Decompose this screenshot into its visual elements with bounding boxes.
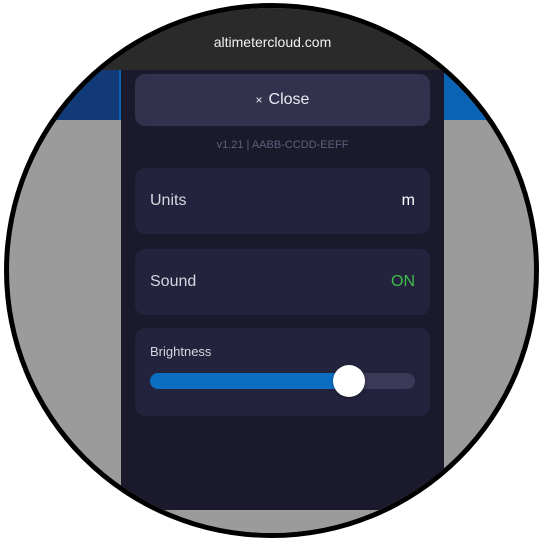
brightness-slider-thumb[interactable] bbox=[332, 365, 365, 397]
brightness-slider-fill bbox=[150, 373, 349, 389]
sound-setting[interactable]: Sound ON bbox=[135, 249, 430, 315]
close-label: Close bbox=[268, 91, 310, 108]
units-setting[interactable]: Units m bbox=[135, 168, 430, 234]
sound-label: Sound bbox=[150, 273, 197, 290]
sound-value: ON bbox=[391, 273, 415, 290]
watch-bezel: × Close v1.21 | AABB-CCDD-EEFF Units m S… bbox=[4, 3, 539, 538]
page-url: altimetercloud.com bbox=[213, 34, 332, 50]
close-icon: × bbox=[255, 93, 263, 107]
brightness-setting: Brightness bbox=[135, 328, 430, 416]
units-label: Units bbox=[150, 192, 187, 209]
version-text: v1.21 | AABB-CCDD-EEFF bbox=[216, 139, 349, 151]
units-value: m bbox=[401, 192, 415, 209]
background-page bbox=[9, 508, 534, 533]
brightness-label: Brightness bbox=[150, 344, 212, 359]
watch-screen: × Close v1.21 | AABB-CCDD-EEFF Units m S… bbox=[9, 8, 534, 533]
settings-panel: × Close v1.21 | AABB-CCDD-EEFF Units m S… bbox=[121, 70, 444, 510]
close-button[interactable]: × Close bbox=[135, 74, 430, 126]
background-header-dark bbox=[9, 70, 119, 120]
brightness-slider[interactable] bbox=[150, 365, 415, 397]
